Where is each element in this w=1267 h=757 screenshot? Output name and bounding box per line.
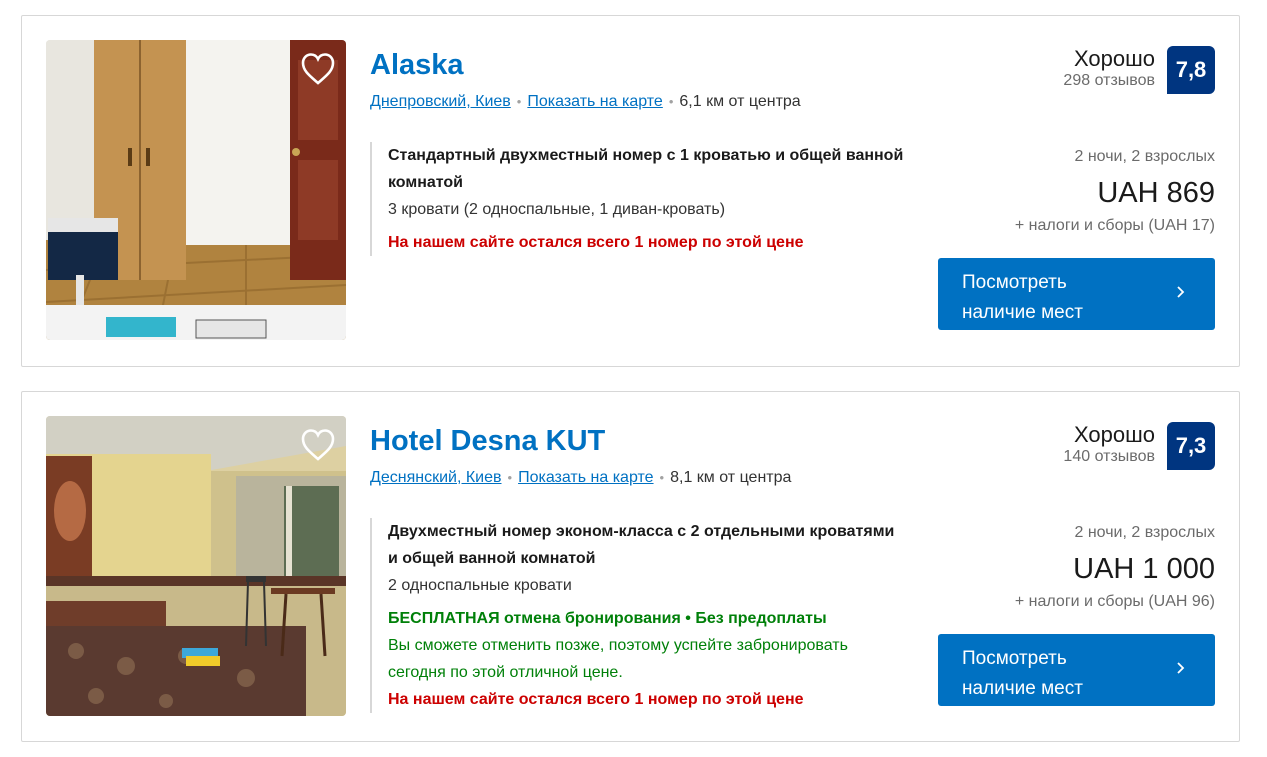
stay-info: 2 ночи, 2 взрослых — [1074, 524, 1215, 541]
bed-configuration: 2 односпальные кровати — [388, 577, 572, 594]
score-badge: 7,8 — [1167, 46, 1215, 94]
button-label-line1: Посмотреть — [962, 272, 1067, 293]
button-label-line2: наличие мест — [962, 678, 1083, 699]
location-line: Днепровский, Киев • Показать на карте • 6,1 … — [370, 92, 930, 112]
review-score[interactable]: Хорошо 140 отзывов 7,3 — [1063, 422, 1215, 470]
price-panel: Хорошо 140 отзывов 7,3 2 ночи, 2 взрослы… — [915, 422, 1215, 712]
see-availability-button[interactable]: Посмотреть наличие мест — [938, 258, 1215, 330]
button-label-line2: наличие мест — [962, 302, 1083, 323]
property-info: Alaska Днепровский, Киев • Показать на кар… — [370, 48, 930, 256]
show-on-map-link[interactable]: Показать на карте — [527, 93, 662, 110]
scarcity-message: На нашем сайте остался всего 1 номер по … — [388, 691, 804, 708]
property-photo[interactable] — [46, 416, 346, 716]
button-label-line1: Посмотреть — [962, 648, 1067, 669]
price: UAH 1 000 — [1073, 553, 1215, 585]
score-badge: 7,3 — [1167, 422, 1215, 470]
review-score[interactable]: Хорошо 298 отзывов 7,8 — [1063, 46, 1215, 94]
favorite-heart-icon[interactable] — [300, 52, 336, 86]
free-cancellation-label: БЕСПЛАТНАЯ отмена бронирования • Без пре… — [388, 610, 827, 627]
property-title[interactable]: Alaska — [370, 48, 930, 82]
favorite-heart-icon[interactable] — [300, 428, 336, 462]
property-info: Hotel Desna KUT Деснянский, Киев • Показат… — [370, 424, 930, 713]
district-link[interactable]: Деснянский, Киев — [370, 469, 502, 486]
price: UAH 869 — [1097, 177, 1215, 209]
see-availability-button[interactable]: Посмотреть наличие мест — [938, 634, 1215, 706]
rating-word: Хорошо — [1073, 422, 1155, 447]
review-count: 140 отзывов — [1063, 448, 1155, 465]
separator-dot: • — [659, 470, 665, 485]
price-panel: Хорошо 298 отзывов 7,8 2 ночи, 2 взрослы… — [915, 46, 1215, 336]
room-name: Двухместный номер эконом-класса с 2 отде… — [388, 523, 895, 567]
property-title[interactable]: Hotel Desna KUT — [370, 424, 930, 458]
property-card: Hotel Desna KUT Деснянский, Киев • Показат… — [21, 391, 1240, 742]
room-details: Двухместный номер эконом-класса с 2 отде… — [370, 518, 908, 713]
separator-dot: • — [516, 94, 522, 109]
distance-from-center: 6,1 км от центра — [679, 93, 801, 110]
property-photo[interactable] — [46, 40, 346, 340]
chevron-right-icon — [1177, 286, 1185, 298]
review-count: 298 отзывов — [1063, 72, 1155, 89]
taxes-and-fees: + налоги и сборы (UAH 96) — [1014, 593, 1215, 610]
bed-configuration: 3 кровати (2 односпальные, 1 диван-крова… — [388, 201, 726, 218]
room-details: Стандартный двухместный номер с 1 кроват… — [370, 142, 908, 256]
room-name: Стандартный двухместный номер с 1 кроват… — [388, 147, 904, 191]
property-card: Alaska Днепровский, Киев • Показать на кар… — [21, 15, 1240, 367]
distance-from-center: 8,1 км от центра — [670, 469, 792, 486]
location-line: Деснянский, Киев • Показать на карте • 8,1 к… — [370, 468, 930, 488]
stay-info: 2 ночи, 2 взрослых — [1074, 148, 1215, 165]
cancellation-note: Вы сможете отменить позже, поэтому успей… — [388, 637, 848, 681]
separator-dot: • — [507, 470, 513, 485]
scarcity-message: На нашем сайте остался всего 1 номер по … — [388, 234, 804, 251]
chevron-right-icon — [1177, 662, 1185, 674]
rating-word: Хорошо — [1073, 46, 1155, 71]
separator-dot: • — [668, 94, 674, 109]
show-on-map-link[interactable]: Показать на карте — [518, 469, 653, 486]
district-link[interactable]: Днепровский, Киев — [370, 93, 511, 110]
taxes-and-fees: + налоги и сборы (UAH 17) — [1014, 217, 1215, 234]
